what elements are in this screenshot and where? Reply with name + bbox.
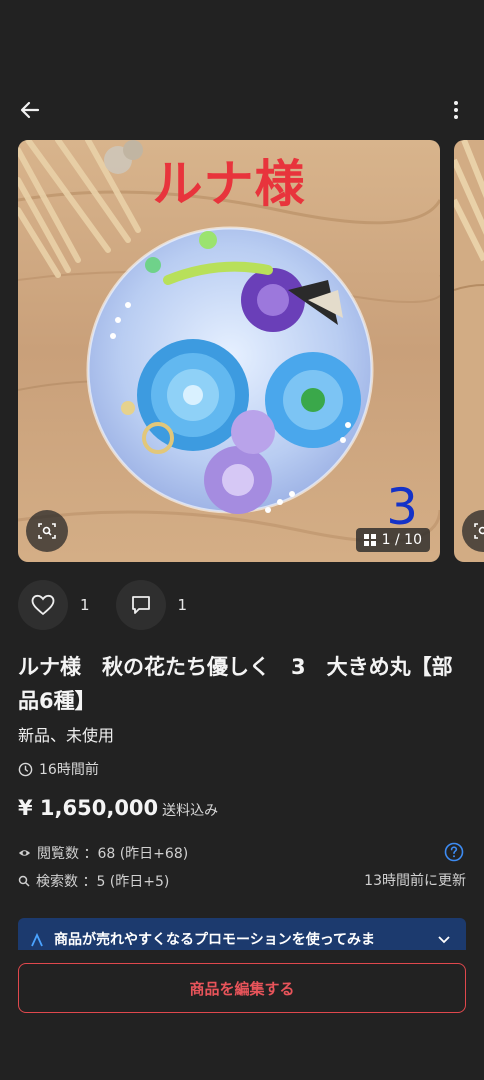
product-photo[interactable]: ルナ様 3 1 / 10: [18, 140, 440, 562]
search-icon: [18, 875, 30, 887]
item-price: ¥ 1,650,000: [18, 796, 159, 820]
comment-icon: [131, 596, 150, 614]
clock-icon: [18, 762, 33, 776]
image-search-icon: [474, 523, 484, 539]
action-row: 1 1: [18, 580, 213, 630]
eye-icon: [18, 848, 31, 858]
edit-item-button[interactable]: 商品を編集する: [18, 963, 466, 1013]
grid-icon: [363, 534, 376, 546]
image-search-button[interactable]: [26, 510, 68, 552]
like-button[interactable]: [18, 580, 68, 630]
next-photo-thumbnail: [454, 140, 484, 562]
chevron-down-icon: [438, 936, 450, 944]
back-button[interactable]: [14, 94, 46, 126]
comment-button[interactable]: [115, 580, 166, 630]
comment-count: 1: [177, 596, 188, 614]
photo-counter-text: 1 / 10: [381, 532, 422, 548]
photo-overlay-name: ルナ様: [152, 155, 306, 213]
updated-time: 13時間前に更新: [364, 873, 466, 889]
photo-counter: 1 / 10: [355, 528, 430, 552]
posted-time: 16時間前: [18, 758, 99, 780]
searches-stat: 検索数 ：5 (昨日+5): [18, 870, 169, 892]
next-product-photo[interactable]: [454, 140, 484, 562]
item-title: ルナ様 秋の花たち優しく 3 大きめ丸【部品6種】: [18, 655, 453, 713]
more-options-button[interactable]: [440, 94, 472, 126]
top-bar: [0, 90, 484, 130]
promotion-banner[interactable]: 商品が売れやすくなるプロモーションを使ってみま: [18, 918, 466, 950]
help-icon[interactable]: [444, 842, 464, 862]
posted-time-text: 16時間前: [39, 762, 99, 778]
promotion-icon: [31, 932, 43, 947]
like-count: 1: [80, 596, 90, 614]
more-vertical-icon: [454, 101, 458, 119]
image-search-icon: [38, 523, 56, 539]
views-stat: 閲覧数 ：68 (昨日+68): [18, 842, 188, 864]
views-stat-text: 閲覧数 ：68 (昨日+68): [37, 846, 189, 862]
item-condition: 新品、未使用: [18, 726, 115, 745]
promotion-text: 商品が売れやすくなるプロモーションを使ってみま: [54, 932, 376, 948]
shipping-label: 送料込み: [162, 803, 219, 819]
price-row: ¥ 1,650,000 送料込み: [18, 796, 218, 820]
photo-carousel[interactable]: ルナ様 3 1 / 10: [18, 140, 484, 562]
arrow-left-icon: [20, 101, 40, 119]
heart-icon: [31, 594, 55, 616]
searches-stat-text: 検索数 ：5 (昨日+5): [36, 874, 170, 890]
